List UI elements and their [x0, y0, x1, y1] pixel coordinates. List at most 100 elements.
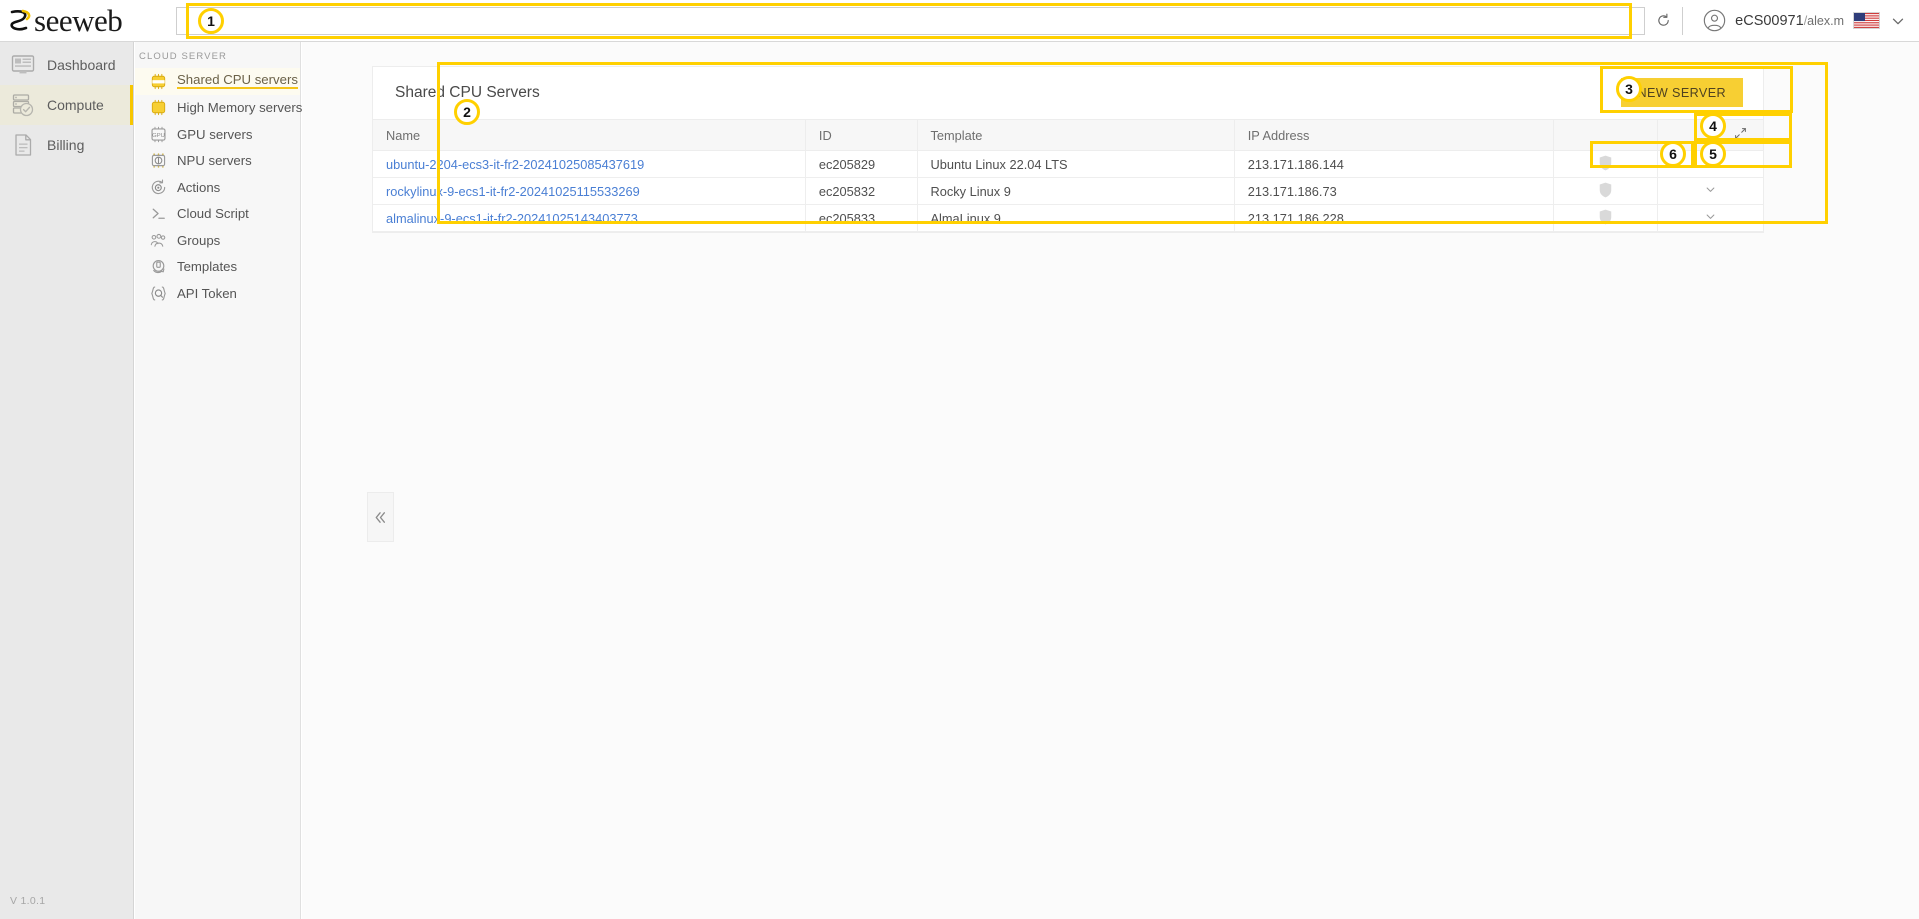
sidebar-item-gpu-servers[interactable]: GPU GPU servers	[135, 121, 300, 148]
sidebar-item-label: API Token	[177, 285, 237, 301]
top-bar: seeweb eCS00971/alex.m	[0, 0, 1919, 42]
sidebar-item-groups[interactable]: Groups	[135, 227, 300, 254]
actions-gear-icon	[151, 179, 166, 194]
templates-icon	[152, 260, 165, 274]
dashboard-icon	[11, 55, 35, 74]
server-template-cell: Ubuntu Linux 22.04 LTS	[916, 150, 1235, 178]
server-name-link[interactable]: ubuntu-2204-ecs3-it-fr2-2024102508543761…	[386, 157, 644, 172]
user-login: alex.m	[1807, 13, 1844, 28]
shield-icon	[1599, 209, 1612, 224]
annotation-badge-3: 3	[1616, 76, 1642, 102]
servers-table: Name ID Template IP Address ubuntu-2204-…	[373, 119, 1763, 232]
sidebar-item-label: Shared CPU servers	[177, 73, 298, 90]
sidebar-item-label: Cloud Script	[177, 206, 249, 222]
server-name-link[interactable]: rockylinux-9-ecs1-it-fr2-202410251155332…	[386, 184, 640, 199]
sidebar-item-label: Groups	[177, 232, 221, 248]
brand-logo[interactable]: seeweb	[0, 0, 166, 42]
sidebar-item-shared-cpu-servers[interactable]: Shared CPU servers	[135, 68, 300, 95]
server-name-link[interactable]: almalinux-9-ecs1-it-fr2-2024102514340377…	[386, 211, 638, 226]
sidebar-item-label: NPU servers	[177, 153, 252, 169]
server-id-cell: ec205829	[804, 150, 917, 178]
table-row[interactable]: ubuntu-2204-ecs3-it-fr2-2024102508543761…	[373, 150, 1763, 178]
sidebar-item-cloud-script[interactable]: Cloud Script	[135, 201, 300, 228]
annotation-badge-5: 5	[1700, 141, 1726, 167]
column-header-template[interactable]: Template	[916, 119, 1235, 151]
sidebar-item-dashboard[interactable]: Dashboard	[0, 45, 133, 85]
sidebar-item-label: High Memory servers	[177, 100, 303, 116]
avatar-icon	[1703, 9, 1726, 32]
groups-icon	[150, 233, 166, 247]
sidebar-item-actions[interactable]: Actions	[135, 174, 300, 201]
sidebar-item-templates[interactable]: Templates	[135, 254, 300, 281]
server-check-icon	[12, 94, 34, 117]
user-area[interactable]: eCS00971/alex.m	[1689, 0, 1919, 42]
row-expand-button[interactable]	[1656, 204, 1763, 232]
table-row[interactable]: rockylinux-9-ecs1-it-fr2-202410251155332…	[373, 177, 1763, 205]
sidebar-item-label: GPU servers	[177, 126, 253, 142]
server-shield-cell[interactable]	[1553, 150, 1658, 178]
user-identity: eCS00971/alex.m	[1735, 13, 1844, 29]
sidebar-item-api-token[interactable]: API Token	[135, 280, 300, 307]
table-body: ubuntu-2204-ecs3-it-fr2-2024102508543761…	[373, 150, 1763, 232]
shared-cpu-servers-panel: Shared CPU Servers NEW SERVER Name ID Te…	[372, 66, 1764, 233]
expand-arrows-icon	[1735, 128, 1746, 139]
server-shield-cell[interactable]	[1553, 204, 1658, 232]
double-chevron-left-icon	[375, 511, 386, 523]
memory-chip-icon	[151, 100, 166, 116]
api-token-icon	[151, 286, 166, 301]
shield-icon	[1599, 182, 1612, 197]
row-expand-button[interactable]	[1656, 177, 1763, 205]
sidebar-primary: Dashboard Compute Billing V 1.0.1	[0, 42, 134, 919]
sidebar-item-high-memory-servers[interactable]: High Memory servers	[135, 95, 303, 122]
search-input[interactable]	[177, 7, 1645, 34]
sidebar-item-label: Templates	[177, 259, 238, 275]
column-header-shield	[1553, 119, 1658, 151]
annotation-badge-4: 4	[1700, 113, 1726, 139]
annotation-badge-6: 6	[1660, 141, 1686, 167]
server-shield-cell[interactable]	[1553, 177, 1658, 205]
annotation-badge-2: 2	[454, 99, 480, 125]
table-row[interactable]: almalinux-9-ecs1-it-fr2-2024102514340377…	[373, 204, 1763, 232]
server-id-cell: ec205833	[804, 204, 917, 232]
sidebar-item-label: Compute	[47, 97, 104, 113]
chevron-down-icon	[1706, 187, 1715, 192]
sidebar-collapse-button[interactable]	[367, 492, 394, 542]
server-ip-cell: 213.171.186.73	[1233, 177, 1554, 205]
terminal-icon	[152, 208, 165, 220]
cpu-chip-icon	[151, 73, 166, 89]
gpu-chip-icon: GPU	[151, 126, 166, 142]
sidebar-item-label: Actions	[177, 179, 221, 195]
server-id-cell: ec205832	[804, 177, 917, 205]
sidebar-item-billing[interactable]: Billing	[0, 125, 133, 165]
table-header: Name ID Template IP Address	[373, 119, 1763, 151]
refresh-button[interactable]	[1644, 6, 1683, 35]
sidebar-item-compute[interactable]: Compute	[0, 85, 133, 125]
main-content: Shared CPU Servers NEW SERVER Name ID Te…	[302, 42, 1919, 919]
column-header-name[interactable]: Name	[373, 119, 806, 151]
chevron-down-icon	[1706, 214, 1715, 219]
npu-chip-icon	[151, 153, 166, 168]
sidebar-item-label: Billing	[47, 137, 85, 153]
annotation-badge-1: 1	[198, 8, 224, 34]
search-box[interactable]	[176, 6, 1684, 35]
search-area	[166, 0, 1689, 42]
server-template-cell: Rocky Linux 9	[916, 177, 1235, 205]
sidebar-section-header: CLOUD SERVER	[139, 51, 227, 62]
app-version: V 1.0.1	[10, 895, 46, 907]
server-ip-cell: 213.171.186.228	[1233, 204, 1554, 232]
sidebar-secondary: CLOUD SERVER Shared CPU servers High Mem…	[135, 42, 303, 919]
us-flag-svg	[1854, 13, 1879, 28]
sidebar-item-npu-servers[interactable]: NPU servers	[135, 148, 300, 175]
application-root: seeweb eCS00971/alex.m Dashboard Compute…	[0, 0, 1919, 919]
svg-text:GPU: GPU	[152, 133, 165, 139]
table-header-row: Name ID Template IP Address	[373, 119, 1763, 151]
user-account: eCS00971	[1735, 12, 1804, 29]
server-name-cell: rockylinux-9-ecs1-it-fr2-202410251155332…	[373, 177, 806, 205]
server-name-cell: almalinux-9-ecs1-it-fr2-2024102514340377…	[373, 204, 806, 232]
server-ip-cell: 213.171.186.144	[1233, 150, 1554, 178]
refresh-icon	[1658, 13, 1669, 26]
column-header-id[interactable]: ID	[804, 119, 917, 151]
chevron-down-icon[interactable]	[1889, 12, 1907, 30]
us-flag-icon	[1853, 12, 1880, 29]
column-header-ip-address[interactable]: IP Address	[1233, 119, 1554, 151]
